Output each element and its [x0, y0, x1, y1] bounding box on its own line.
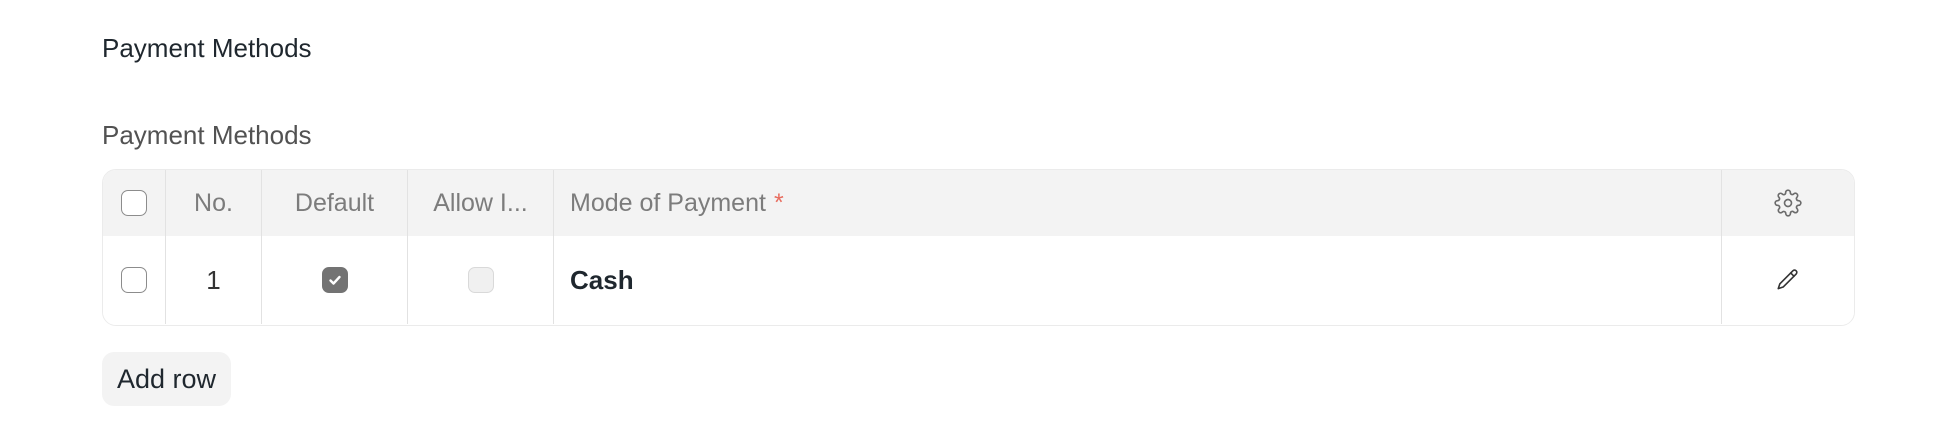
required-marker: *: [773, 188, 784, 217]
header-mode-of-payment: Mode of Payment *: [554, 170, 1722, 236]
row-allow-cell: [408, 236, 554, 324]
table-header-row: No. Default Allow I... Mode of Payment *: [103, 170, 1854, 236]
row-select-cell: [103, 236, 166, 324]
header-settings-cell: [1722, 170, 1854, 236]
row-default-cell: [262, 236, 408, 324]
header-mode-label: Mode of Payment: [570, 188, 766, 217]
payment-methods-table: No. Default Allow I... Mode of Payment *…: [102, 169, 1855, 326]
default-checkbox[interactable]: [321, 267, 348, 293]
table-row[interactable]: 1 Cash: [103, 236, 1854, 324]
row-edit-cell: [1722, 236, 1854, 324]
header-no: No.: [166, 170, 262, 236]
add-row-button[interactable]: Add row: [102, 352, 232, 406]
header-select-cell: [103, 170, 166, 236]
gear-icon[interactable]: [1774, 189, 1802, 217]
row-mode-of-payment-cell[interactable]: Cash: [554, 236, 1722, 324]
header-allow: Allow I...: [408, 170, 554, 236]
select-all-checkbox[interactable]: [121, 190, 147, 216]
allow-checkbox: [467, 267, 494, 293]
pencil-icon[interactable]: [1775, 267, 1801, 293]
header-default: Default: [262, 170, 408, 236]
payment-methods-field-label: Payment Methods: [102, 120, 312, 150]
row-number: 1: [166, 236, 262, 324]
mode-of-payment-value: Cash: [570, 264, 634, 295]
section-title: Payment Methods: [102, 33, 312, 63]
check-icon: [327, 272, 343, 288]
row-select-checkbox[interactable]: [121, 267, 147, 293]
